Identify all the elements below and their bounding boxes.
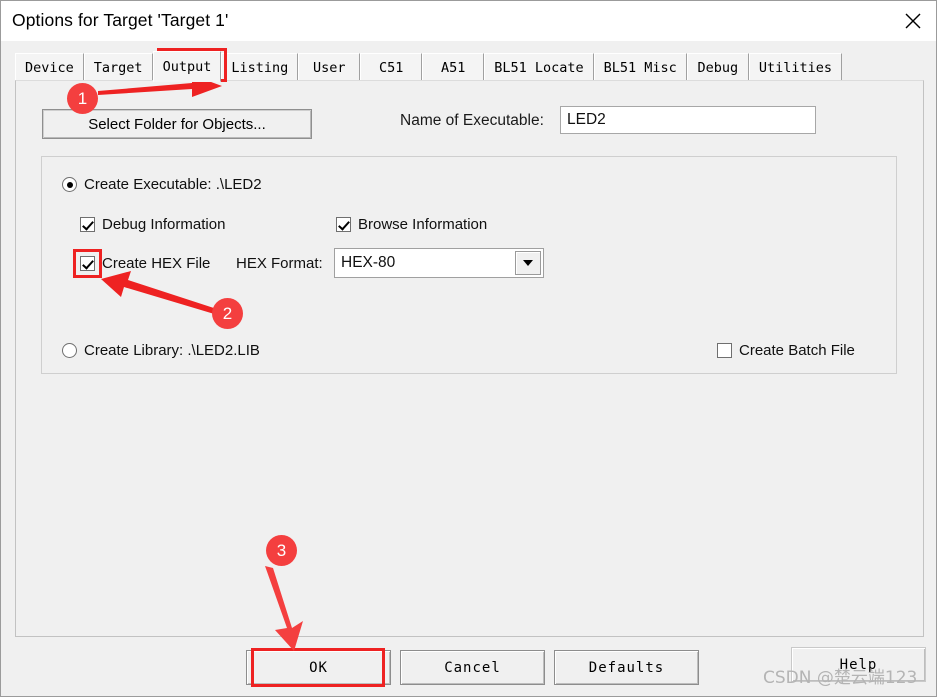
tab-device[interactable]: Device <box>15 53 84 81</box>
browse-information-label: Browse Information <box>358 216 488 233</box>
help-label: Help <box>839 656 878 673</box>
hex-format-label: HEX Format: <box>236 255 323 272</box>
name-of-executable-input[interactable]: LED2 <box>560 106 816 134</box>
debug-information-label: Debug Information <box>102 216 226 233</box>
hex-format-value: HEX-80 <box>341 254 396 271</box>
create-executable-radio[interactable]: Create Executable: .\LED2 <box>62 176 262 193</box>
tab-label: C51 <box>379 59 404 76</box>
title-bar: Options for Target 'Target 1' <box>1 1 936 41</box>
create-library-label: Create Library: .\LED2.LIB <box>84 342 260 359</box>
checkbox-icon <box>80 217 95 232</box>
window-title: Options for Target 'Target 1' <box>12 10 229 30</box>
ok-button[interactable]: OK <box>246 650 391 685</box>
tab-label: Output <box>162 58 212 75</box>
tab-label: Target <box>93 59 143 76</box>
tab-label: Utilities <box>758 59 832 76</box>
tab-c51[interactable]: C51 <box>360 53 423 81</box>
close-icon[interactable] <box>890 1 936 41</box>
create-library-radio[interactable]: Create Library: .\LED2.LIB <box>62 342 260 359</box>
tab-label: A51 <box>441 59 466 76</box>
tab-label: Device <box>25 59 74 76</box>
create-batch-file-label: Create Batch File <box>739 342 855 359</box>
debug-information-checkbox[interactable]: Debug Information <box>80 216 225 233</box>
tab-a51[interactable]: A51 <box>422 53 485 81</box>
ok-label: OK <box>309 659 328 676</box>
tab-debug[interactable]: Debug <box>686 53 749 81</box>
radio-icon <box>62 177 77 192</box>
checkbox-icon <box>336 217 351 232</box>
tab-user[interactable]: User <box>298 53 361 81</box>
checkbox-icon <box>80 256 95 271</box>
hex-format-select[interactable]: HEX-80 <box>334 248 544 278</box>
tab-strip: Device Target Output Listing User C51 A5… <box>15 51 925 82</box>
tab-utilities[interactable]: Utilities <box>748 53 842 81</box>
cancel-button[interactable]: Cancel <box>400 650 545 685</box>
create-executable-label: Create Executable: .\LED2 <box>84 176 262 193</box>
cancel-label: Cancel <box>444 659 501 676</box>
name-of-executable-label: Name of Executable: <box>400 112 544 129</box>
create-hex-file-label: Create HEX File <box>102 255 211 272</box>
annotation-badge-2: 2 <box>212 298 243 329</box>
tab-label: Listing <box>231 59 289 76</box>
tab-label: BL51 Misc <box>603 59 677 76</box>
defaults-button[interactable]: Defaults <box>554 650 699 685</box>
close-glyph <box>905 13 921 29</box>
browse-information-checkbox[interactable]: Browse Information <box>336 216 487 233</box>
create-hex-file-checkbox[interactable]: Create HEX File <box>80 255 210 272</box>
checkbox-icon <box>717 343 732 358</box>
help-button[interactable]: Help <box>791 647 926 682</box>
radio-icon <box>62 343 77 358</box>
chevron-down-icon[interactable] <box>515 251 541 275</box>
create-batch-file-checkbox[interactable]: Create Batch File <box>717 342 855 359</box>
tab-label: Debug <box>697 59 739 76</box>
tab-label: User <box>312 59 346 76</box>
tab-target[interactable]: Target <box>83 53 153 81</box>
defaults-label: Defaults <box>588 659 665 676</box>
options-dialog: Options for Target 'Target 1' Device Tar… <box>0 0 937 697</box>
name-of-executable-value: LED2 <box>567 111 606 128</box>
annotation-badge-3: 3 <box>266 535 297 566</box>
annotation-badge-1: 1 <box>67 83 98 114</box>
tab-bl51-locate[interactable]: BL51 Locate <box>484 53 594 81</box>
tab-bl51-misc[interactable]: BL51 Misc <box>593 53 687 81</box>
select-folder-label: Select Folder for Objects... <box>88 115 266 133</box>
tab-label: BL51 Locate <box>494 59 584 76</box>
tab-output[interactable]: Output <box>152 51 222 82</box>
tab-listing[interactable]: Listing <box>221 53 299 81</box>
